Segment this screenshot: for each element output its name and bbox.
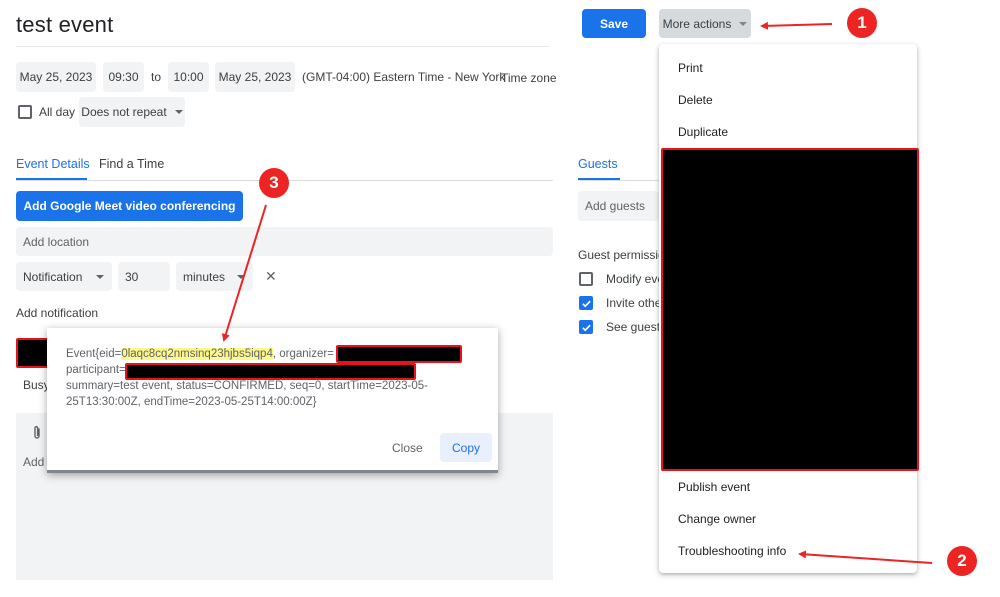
annotation-arrows bbox=[221, 21, 933, 564]
annotation-badge-1: 1 bbox=[847, 8, 877, 38]
arrow-1 bbox=[760, 21, 833, 30]
annotation-badge-2: 2 bbox=[947, 546, 977, 576]
arrow-2 bbox=[798, 550, 933, 564]
annotation-badge-3: 3 bbox=[259, 168, 289, 198]
arrow-3 bbox=[221, 204, 267, 342]
